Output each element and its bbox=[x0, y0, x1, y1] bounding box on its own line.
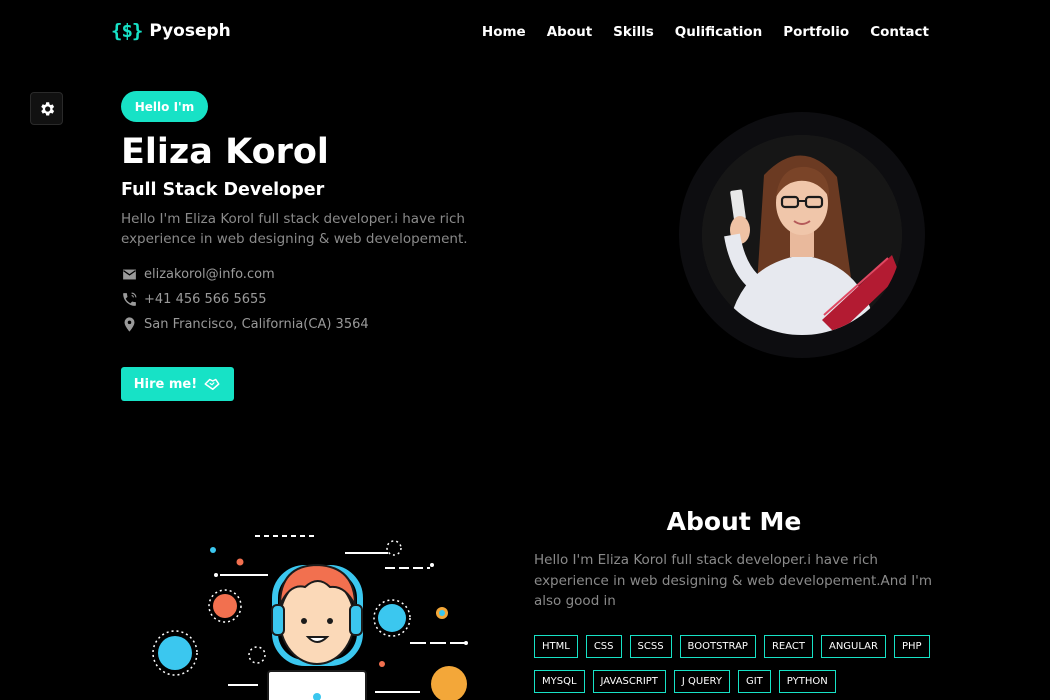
skill-tag: BOOTSTRAP bbox=[679, 635, 756, 658]
nav-contact[interactable]: Contact bbox=[870, 24, 929, 40]
hire-me-button[interactable]: Hire me! bbox=[121, 367, 234, 401]
skill-tag: PHP bbox=[893, 635, 930, 658]
skill-tag: JAVASCRIPT bbox=[592, 670, 666, 693]
nav-portfolio[interactable]: Portfolio bbox=[783, 24, 849, 40]
skill-tag: MYSQL bbox=[534, 670, 585, 693]
nav-qualification[interactable]: Qulification bbox=[675, 24, 762, 40]
hero-name: Eliza Korol bbox=[121, 132, 329, 172]
skill-tag: J QUERY bbox=[673, 670, 730, 693]
contact-phone[interactable]: +41 456 566 5655 bbox=[121, 287, 369, 312]
hero-description: Hello I'm Eliza Korol full stack develop… bbox=[121, 211, 468, 247]
profile-avatar-frame bbox=[679, 112, 925, 358]
contact-email[interactable]: elizakorol@info.com bbox=[121, 262, 369, 287]
skill-tag: ANGULAR bbox=[820, 635, 886, 658]
hire-me-label: Hire me! bbox=[133, 376, 198, 392]
skill-tag: CSS bbox=[585, 635, 622, 658]
settings-button[interactable] bbox=[30, 92, 63, 125]
profile-photo bbox=[702, 135, 902, 335]
profile-avatar bbox=[702, 135, 902, 335]
skill-tag: REACT bbox=[763, 635, 813, 658]
contact-list: elizakorol@info.com +41 456 566 5655 San… bbox=[121, 262, 369, 337]
contact-phone-text: +41 456 566 5655 bbox=[144, 292, 267, 307]
nav-about[interactable]: About bbox=[547, 24, 592, 40]
hello-badge: Hello I'm bbox=[121, 91, 208, 122]
hero-role: Full Stack Developer bbox=[121, 180, 325, 200]
portfolio-page: {$} Pyoseph Home About Skills Qulificati… bbox=[0, 0, 1050, 700]
nav-home[interactable]: Home bbox=[482, 24, 526, 40]
hand-shake-icon bbox=[204, 378, 220, 390]
nav-skills[interactable]: Skills bbox=[613, 24, 654, 40]
contact-location-text: San Francisco, California(CA) 3564 bbox=[144, 317, 369, 332]
main-nav: Home About Skills Qulification Portfolio… bbox=[482, 24, 929, 40]
skill-tag: GIT bbox=[737, 670, 771, 693]
about-title: About Me bbox=[666, 507, 802, 536]
skills-list: HTML CSS SCSS BOOTSTRAP REACT ANGULAR PH… bbox=[534, 635, 944, 693]
contact-location[interactable]: San Francisco, California(CA) 3564 bbox=[121, 312, 369, 337]
phone-icon bbox=[123, 292, 137, 306]
skill-tag: SCSS bbox=[629, 635, 672, 658]
skill-tag: HTML bbox=[534, 635, 578, 658]
developer-illustration bbox=[152, 535, 468, 700]
brand-logo[interactable]: {$} Pyoseph bbox=[111, 20, 231, 42]
contact-email-text: elizakorol@info.com bbox=[144, 267, 275, 282]
about-description: Hello I'm Eliza Korol full stack develop… bbox=[534, 552, 933, 609]
location-pin-icon bbox=[124, 317, 135, 332]
logo-icon: {$} bbox=[111, 20, 143, 42]
gear-icon bbox=[40, 101, 54, 116]
mail-icon bbox=[123, 269, 136, 280]
brand-name: Pyoseph bbox=[149, 21, 231, 41]
skill-tag: PYTHON bbox=[778, 670, 836, 693]
